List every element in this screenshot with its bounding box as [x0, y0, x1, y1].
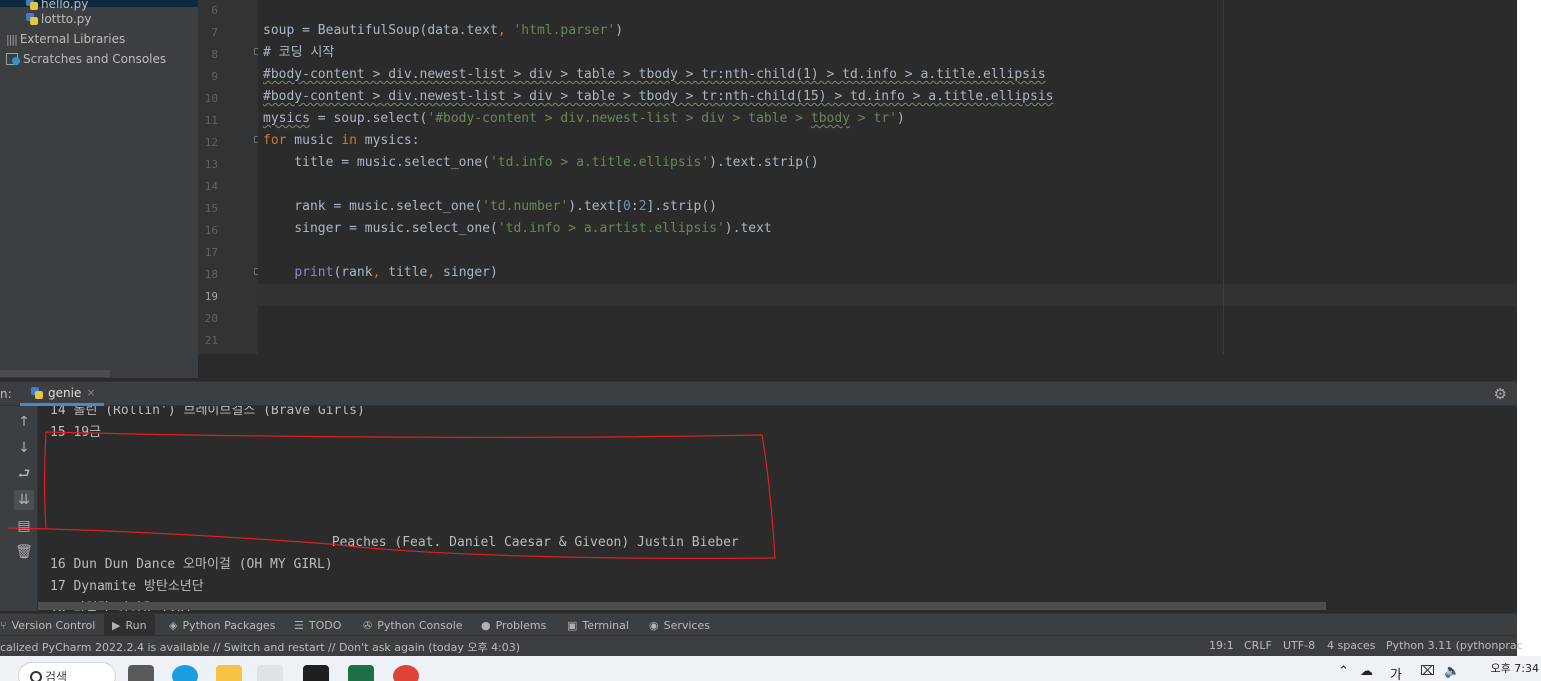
code-line-11: mysics = soup.select('#body-content > di… — [263, 111, 905, 126]
line-number-gutter: 6 7 8 9 10 11 12 13 14 15 16 17 18 19 20… — [198, 0, 261, 354]
code-line-18: print(rank, title, singer) — [294, 265, 498, 280]
line-separator[interactable]: CRLF — [1244, 639, 1272, 652]
console-line: 14 롤린 (Rollin') 브레이브걸스 (Brave Girls) — [50, 406, 365, 418]
line-number: 11 — [204, 114, 218, 127]
packages-icon: ◈ — [169, 618, 178, 632]
services-icon: ◉ — [649, 618, 659, 632]
tool-tab-python-console[interactable]: ✇ Python Console — [363, 614, 463, 636]
tree-item-lottto-py[interactable]: lottto.py — [26, 9, 91, 29]
file-explorer-icon[interactable] — [216, 665, 242, 681]
arrow-down-icon[interactable]: ↓ — [14, 438, 34, 458]
windows-taskbar: 검색 ⌃ ☁ 가 ⌧ 🔈 오후 7:34 — [0, 656, 1541, 681]
file-encoding[interactable]: UTF-8 — [1283, 639, 1315, 652]
current-line-number: 19 — [204, 290, 218, 303]
run-panel-header: n: genie × ⚙ — [0, 381, 1517, 406]
project-scrollbar[interactable] — [0, 370, 110, 377]
line-number: 21 — [204, 334, 218, 347]
problems-icon: ● — [481, 618, 491, 632]
line-number: 14 — [204, 180, 218, 193]
print-icon[interactable]: ▤ — [14, 516, 34, 536]
code-editor[interactable]: soup = BeautifulSoup(data.text, 'html.pa… — [258, 0, 1517, 354]
run-label: n: — [0, 387, 12, 401]
version-control-icon: ⑂ — [0, 618, 7, 632]
line-number: 17 — [204, 246, 218, 259]
network-icon[interactable]: ⌧ — [1420, 664, 1435, 679]
python-file-icon — [26, 13, 38, 25]
console-line: 16 Dun Dun Dance 오마이걸 (OH MY GIRL) — [50, 557, 333, 572]
volume-icon[interactable]: 🔈 — [1444, 664, 1460, 679]
indent-setting[interactable]: 4 spaces — [1327, 639, 1376, 652]
chrome-icon[interactable] — [393, 665, 419, 681]
gear-icon[interactable]: ⚙ — [1494, 385, 1507, 403]
line-number: 6 — [211, 4, 218, 17]
console-line: Peaches (Feat. Daniel Caesar & Giveon) J… — [50, 535, 739, 550]
line-number: 16 — [204, 224, 218, 237]
run-toolbar: ↑ ↓ ⮐ ⇊ ▤ 🗑 — [10, 406, 38, 611]
pycharm-icon[interactable] — [303, 665, 329, 681]
run-icon: ▶ — [112, 618, 121, 632]
excel-icon[interactable] — [348, 665, 374, 681]
line-number: 9 — [211, 70, 218, 83]
code-line-10: #body-content > div.newest-list > div > … — [263, 89, 1054, 104]
tree-item-scratches[interactable]: Scratches and Consoles — [6, 49, 166, 69]
run-console[interactable]: 14 롤린 (Rollin') 브레이브걸스 (Brave Girls) 15 … — [38, 406, 1517, 611]
tree-item-external-libraries[interactable]: |||| External Libraries — [6, 29, 125, 49]
line-number: 7 — [211, 26, 218, 39]
close-icon[interactable]: × — [86, 386, 95, 399]
line-number: 15 — [204, 202, 218, 215]
scroll-to-end-icon[interactable]: ⇊ — [14, 490, 34, 510]
console-scrollbar[interactable] — [38, 602, 1326, 610]
tool-tab-services[interactable]: ◉ Services — [649, 614, 710, 636]
code-line-7: soup = BeautifulSoup(data.text, 'html.pa… — [263, 23, 624, 38]
terminal-icon: ▣ — [567, 618, 578, 632]
project-tree: hello.py lottto.py |||| External Librari… — [0, 0, 198, 378]
python-interpreter[interactable]: Python 3.11 (pythonprac — [1386, 639, 1523, 652]
tool-tab-terminal[interactable]: ▣ Terminal — [567, 614, 629, 636]
line-number: 10 — [204, 92, 218, 105]
code-line-9: #body-content > div.newest-list > div > … — [263, 67, 1046, 82]
python-console-icon: ✇ — [363, 618, 373, 632]
code-line-8: # 코딩 시작 — [263, 45, 335, 60]
code-line-13: title = music.select_one('td.info > a.ti… — [263, 155, 819, 170]
line-number: 18 — [204, 268, 218, 281]
line-number: 13 — [204, 158, 218, 171]
python-file-icon — [31, 386, 43, 399]
tool-tab-todo[interactable]: ☰ TODO — [294, 614, 341, 636]
update-notification[interactable]: calized PyCharm 2022.2.4 is available //… — [0, 639, 520, 655]
scratches-icon — [6, 53, 20, 65]
code-line-15: rank = music.select_one('td.number').tex… — [263, 199, 717, 214]
run-left-strip — [0, 406, 10, 611]
chrome-icon[interactable] — [257, 665, 283, 681]
caret-position[interactable]: 19:1 — [1209, 639, 1234, 652]
tool-tab-python-packages[interactable]: ◈ Python Packages — [169, 614, 275, 636]
arrow-up-icon[interactable]: ↑ — [14, 412, 34, 432]
trash-icon[interactable]: 🗑 — [14, 542, 34, 562]
code-line-12: for music in mysics: — [263, 133, 420, 148]
code-line-16: singer = music.select_one('td.info > a.a… — [263, 221, 772, 236]
todo-icon: ☰ — [294, 618, 304, 632]
tray-chevron-icon[interactable]: ⌃ — [1338, 664, 1349, 679]
current-line-highlight — [258, 284, 1517, 306]
right-margin-guide — [1223, 0, 1224, 354]
window-edge — [1517, 0, 1541, 660]
taskbar-search[interactable]: 검색 — [18, 662, 116, 681]
ime-indicator[interactable]: 가 — [1390, 664, 1402, 681]
library-icon: |||| — [6, 32, 18, 46]
task-view-icon[interactable] — [128, 665, 154, 681]
line-number: 20 — [204, 312, 218, 325]
tool-tab-problems[interactable]: ● Problems — [481, 614, 546, 636]
system-clock[interactable]: 오후 7:34 — [1491, 660, 1539, 676]
console-line: 15 19금 — [50, 425, 102, 440]
line-number: 12 — [204, 136, 218, 149]
onedrive-icon[interactable]: ☁ — [1360, 664, 1373, 679]
tool-window-bar: ⑂ Version Control ▶ Run ◈ Python Packages ☰… — [0, 613, 1517, 636]
status-bar: calized PyCharm 2022.2.4 is available //… — [0, 635, 1523, 656]
line-number: 8 — [211, 48, 218, 61]
soft-wrap-icon[interactable]: ⮐ — [14, 464, 34, 484]
tool-tab-run[interactable]: ▶ Run — [104, 614, 155, 636]
edge-icon[interactable] — [172, 665, 198, 681]
console-line: 17 Dynamite 방탄소년단 — [50, 579, 204, 594]
run-tab-genie[interactable]: genie × — [20, 382, 104, 406]
tool-tab-version-control[interactable]: ⑂ Version Control — [0, 614, 95, 636]
